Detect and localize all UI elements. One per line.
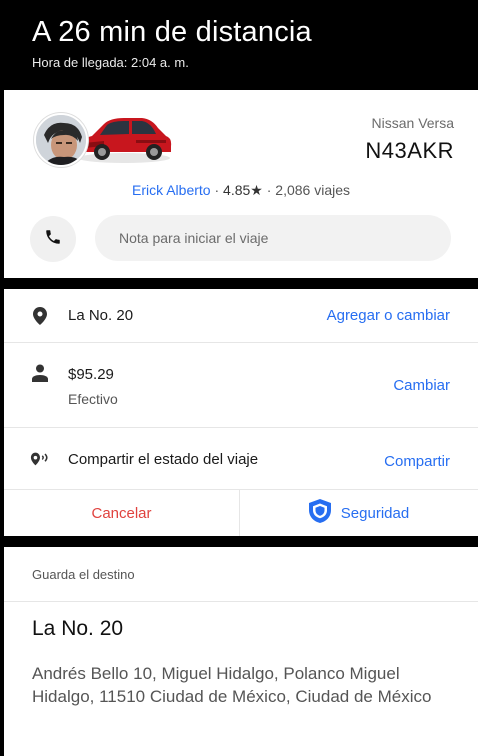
- fare-amount: $95.29: [68, 366, 114, 383]
- driver-avatar[interactable]: [34, 113, 88, 167]
- eta-title: A 26 min de distancia: [32, 16, 312, 48]
- driver-name[interactable]: Erick Alberto: [132, 182, 211, 198]
- change-destination-link[interactable]: Agregar o cambiar: [327, 307, 450, 324]
- saved-destination-card: Guarda el destino La No. 20 Andrés Bello…: [4, 547, 478, 756]
- share-status-label: Compartir el estado del viaje: [68, 451, 259, 468]
- shield-icon: [308, 499, 331, 527]
- call-driver-button[interactable]: [30, 216, 76, 262]
- share-status-icon: [30, 449, 50, 469]
- payment-method: Efectivo: [68, 391, 118, 407]
- change-payment-link[interactable]: Cambiar: [393, 377, 450, 394]
- destination-label: La No. 20: [68, 307, 134, 324]
- section-divider: [0, 278, 478, 289]
- location-pin-icon: [30, 306, 50, 326]
- cancel-trip-button[interactable]: Cancelar: [4, 490, 240, 536]
- license-plate: N43AKR: [365, 138, 454, 163]
- safety-button[interactable]: Seguridad: [240, 490, 478, 536]
- driver-trip-count: 2,086 viajes: [275, 182, 351, 198]
- driver-info-line: Erick Alberto · 4.85★ · 2,086 viajes: [4, 182, 478, 199]
- section-divider: [0, 536, 478, 547]
- trip-details-card: La No. 20 Agregar o cambiar $95.29 Efect…: [4, 289, 478, 536]
- share-status-link[interactable]: Compartir: [384, 453, 450, 470]
- save-destination-heading: Guarda el destino: [32, 567, 135, 582]
- car-image: [74, 110, 174, 165]
- driver-rating: 4.85★: [223, 182, 263, 198]
- vehicle-model: Nissan Versa: [371, 115, 454, 131]
- arrival-time: Hora de llegada: 2:04 a. m.: [32, 55, 189, 70]
- trip-actions-row: Cancelar Seguridad: [4, 490, 478, 536]
- divider: [4, 601, 478, 602]
- separator: ·: [214, 182, 220, 198]
- driver-card: Nissan Versa N43AKR Erick Alberto · 4.85…: [4, 90, 478, 278]
- share-status-row: Compartir el estado del viaje Compartir: [4, 428, 478, 490]
- destination-name[interactable]: La No. 20: [32, 617, 123, 641]
- separator: ·: [266, 182, 272, 198]
- trip-status-header: A 26 min de distancia Hora de llegada: 2…: [0, 0, 478, 90]
- destination-address: Andrés Bello 10, Miguel Hidalgo, Polanco…: [32, 664, 432, 706]
- phone-icon: [44, 228, 62, 251]
- safety-label: Seguridad: [340, 504, 410, 522]
- trip-note-input[interactable]: Nota para iniciar el viaje: [95, 215, 451, 261]
- destination-row: La No. 20 Agregar o cambiar: [4, 289, 478, 343]
- payment-row: $95.29 Efectivo Cambiar: [4, 343, 478, 428]
- person-icon: [30, 363, 50, 383]
